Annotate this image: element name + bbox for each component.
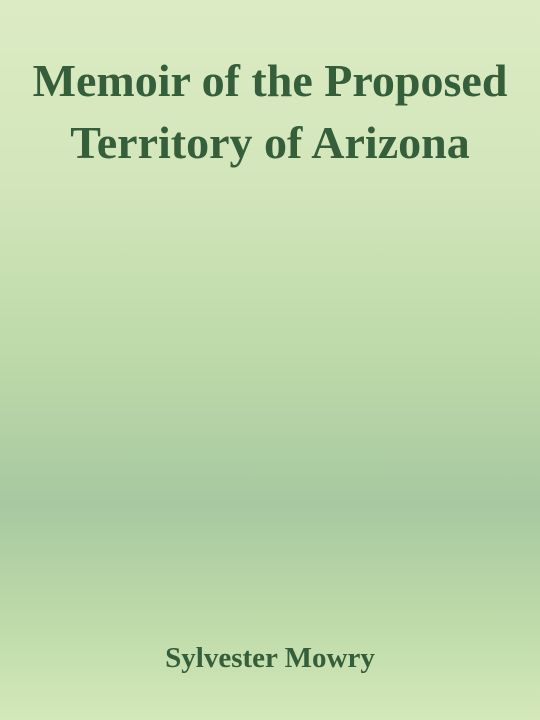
book-title: Memoir of the Proposed Territory of Ariz… — [32, 55, 508, 168]
book-author: Sylvester Mowry — [165, 642, 375, 674]
book-cover: Memoir of the Proposed Territory of Ariz… — [0, 0, 540, 720]
